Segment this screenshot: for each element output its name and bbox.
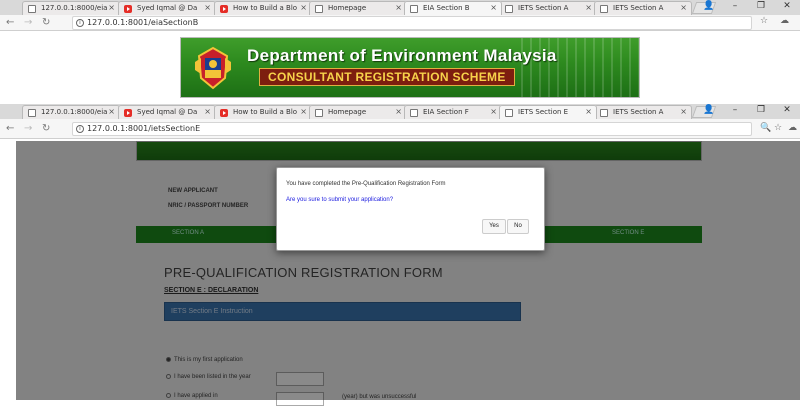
- document-icon: [410, 109, 418, 117]
- tab-label: EIA Section B: [423, 4, 470, 12]
- tab-label: EIA Section F: [423, 108, 469, 116]
- document-icon: [600, 5, 608, 13]
- info-icon[interactable]: i: [76, 19, 84, 27]
- close-tab-icon[interactable]: ×: [108, 2, 115, 14]
- minimize-button[interactable]: –: [722, 104, 748, 117]
- tab-label: 127.0.0.1:8000/eia: [41, 4, 108, 12]
- banner-subtitle: CONSULTANT REGISTRATION SCHEME: [259, 68, 515, 86]
- tab[interactable]: Syed Iqmal @ Da ×: [118, 105, 216, 119]
- user-icon[interactable]: 👤: [696, 104, 722, 117]
- dept-banner: Department of Environment Malaysia CONSU…: [180, 37, 640, 98]
- back-arrow-icon[interactable]: ←: [6, 122, 14, 136]
- confirm-dialog: You have completed the Pre-Qualification…: [276, 167, 545, 251]
- tab[interactable]: How to Build a Blo ×: [214, 105, 312, 119]
- tab[interactable]: Homepage ×: [309, 1, 407, 15]
- banner-title: Department of Environment Malaysia: [247, 46, 557, 65]
- no-button[interactable]: No: [507, 219, 529, 234]
- restore-button[interactable]: ❐: [748, 0, 774, 13]
- tab-strip: 127.0.0.1:8000/eia × Syed Iqmal @ Da × H…: [0, 104, 800, 119]
- url-text: 127.0.0.1:8001/eiaSectionB: [87, 18, 199, 27]
- document-icon: [505, 109, 513, 117]
- close-window-button[interactable]: ✕: [774, 104, 800, 117]
- malaysia-crest-icon: [195, 46, 231, 90]
- tab[interactable]: Syed Iqmal @ Da ×: [118, 1, 216, 15]
- close-tab-icon[interactable]: ×: [204, 106, 211, 118]
- tab[interactable]: How to Build a Blo ×: [214, 1, 312, 15]
- close-tab-icon[interactable]: ×: [490, 2, 497, 14]
- tab-active[interactable]: EIA Section B ×: [404, 1, 502, 15]
- extension-icon[interactable]: ☁: [788, 123, 797, 133]
- browser-toolbar: ← → ↻ i 127.0.0.1:8001/eiaSectionB ☆ ☁: [0, 15, 800, 31]
- star-icon[interactable]: ☆: [774, 123, 782, 133]
- tab-active[interactable]: IETS Section E ×: [499, 105, 597, 119]
- close-tab-icon[interactable]: ×: [204, 2, 211, 14]
- browser-window-back: 127.0.0.1:8000/eia × Syed Iqmal @ Da × H…: [0, 0, 800, 104]
- close-tab-icon[interactable]: ×: [680, 2, 687, 14]
- dialog-question: Are you sure to submit your application?: [286, 197, 394, 203]
- yes-button[interactable]: Yes: [482, 219, 506, 234]
- tab[interactable]: EIA Section F ×: [404, 105, 502, 119]
- document-icon: [505, 5, 513, 13]
- minimize-button[interactable]: –: [722, 0, 748, 13]
- tab[interactable]: IETS Section A ×: [499, 1, 597, 15]
- tab[interactable]: 127.0.0.1:8000/eia ×: [22, 1, 120, 15]
- youtube-icon: [124, 5, 132, 13]
- tab-label: Syed Iqmal @ Da: [137, 108, 198, 116]
- document-icon: [315, 109, 323, 117]
- reload-icon[interactable]: ↻: [42, 122, 50, 136]
- document-icon: [410, 5, 418, 13]
- close-tab-icon[interactable]: ×: [680, 106, 687, 118]
- url-text: 127.0.0.1:8001/ietsSectionE: [87, 124, 201, 133]
- tab-label: IETS Section A: [518, 4, 569, 12]
- back-arrow-icon[interactable]: ←: [6, 16, 14, 30]
- tab-strip: 127.0.0.1:8000/eia × Syed Iqmal @ Da × H…: [0, 0, 800, 15]
- browser-toolbar: ← → ↻ i 127.0.0.1:8001/ietsSectionE 🔍 ☆ …: [0, 119, 800, 139]
- tab-label: Homepage: [328, 4, 367, 12]
- tab[interactable]: IETS Section A ×: [594, 1, 692, 15]
- document-icon: [28, 109, 36, 117]
- close-tab-icon[interactable]: ×: [300, 106, 307, 118]
- window-controls: 👤 – ❐ ✕: [696, 104, 800, 119]
- close-window-button[interactable]: ✕: [774, 0, 800, 13]
- forward-arrow-icon[interactable]: →: [24, 122, 32, 136]
- tab-label: IETS Section E: [518, 108, 569, 116]
- close-tab-icon[interactable]: ×: [490, 106, 497, 118]
- close-tab-icon[interactable]: ×: [395, 106, 402, 118]
- youtube-icon: [124, 109, 132, 117]
- tab-label: How to Build a Blo: [233, 4, 298, 12]
- document-icon: [28, 5, 36, 13]
- forward-arrow-icon[interactable]: →: [24, 16, 32, 30]
- document-icon: [600, 109, 608, 117]
- zoom-icon[interactable]: 🔍: [760, 123, 771, 133]
- close-tab-icon[interactable]: ×: [585, 106, 592, 118]
- window-controls: 👤 – ❐ ✕: [696, 0, 800, 15]
- info-icon[interactable]: i: [76, 125, 84, 133]
- tab[interactable]: 127.0.0.1:8000/eia ×: [22, 105, 120, 119]
- reload-icon[interactable]: ↻: [42, 16, 50, 30]
- youtube-icon: [220, 5, 228, 13]
- document-icon: [315, 5, 323, 13]
- close-tab-icon[interactable]: ×: [395, 2, 402, 14]
- tab[interactable]: Homepage ×: [309, 105, 407, 119]
- star-icon[interactable]: ☆: [760, 16, 768, 26]
- dialog-message: You have completed the Pre-Qualification…: [286, 181, 446, 187]
- tab-label: Syed Iqmal @ Da: [137, 4, 198, 12]
- address-bar[interactable]: i 127.0.0.1:8001/eiaSectionB: [72, 16, 752, 30]
- tab-label: 127.0.0.1:8000/eia: [41, 108, 108, 116]
- tab-label: IETS Section A: [613, 4, 664, 12]
- tab[interactable]: IETS Section A ×: [594, 105, 692, 119]
- address-bar[interactable]: i 127.0.0.1:8001/ietsSectionE: [72, 122, 752, 136]
- tab-label: Homepage: [328, 108, 367, 116]
- close-tab-icon[interactable]: ×: [108, 106, 115, 118]
- restore-button[interactable]: ❐: [748, 104, 774, 117]
- close-tab-icon[interactable]: ×: [585, 2, 592, 14]
- tab-label: How to Build a Blo: [233, 108, 298, 116]
- close-tab-icon[interactable]: ×: [300, 2, 307, 14]
- youtube-icon: [220, 109, 228, 117]
- tab-label: IETS Section A: [613, 108, 664, 116]
- extension-icon[interactable]: ☁: [780, 16, 789, 26]
- user-icon[interactable]: 👤: [696, 0, 722, 13]
